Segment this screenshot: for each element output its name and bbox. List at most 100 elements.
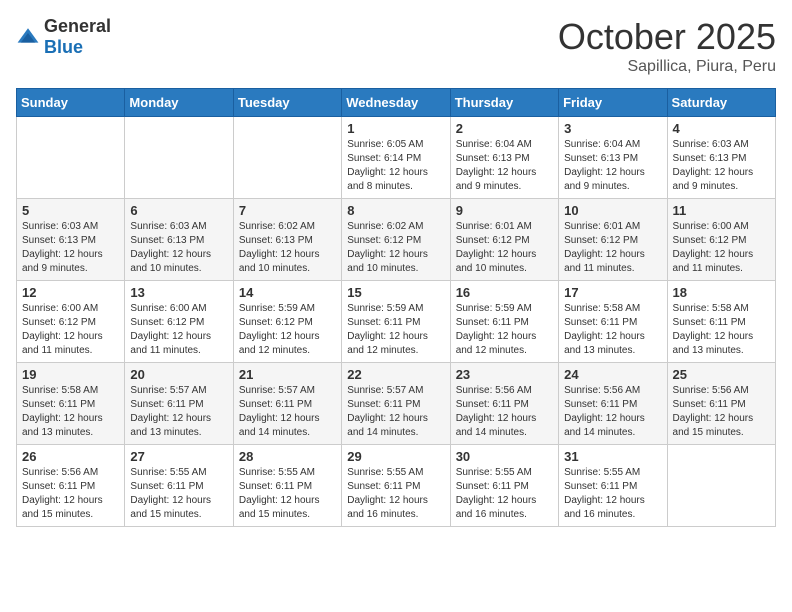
month-title: October 2025: [558, 16, 776, 58]
day-cell-13: 13 Sunrise: 6:00 AMSunset: 6:12 PMDayligh…: [125, 281, 233, 363]
day-info: Sunrise: 5:55 AMSunset: 6:11 PMDaylight:…: [239, 466, 336, 522]
day-info: Sunrise: 6:04 AMSunset: 6:13 PMDaylight:…: [456, 138, 553, 194]
day-cell-10: 10 Sunrise: 6:01 AMSunset: 6:12 PMDayligh…: [559, 199, 667, 281]
week-row-3: 12 Sunrise: 6:00 AMSunset: 6:12 PMDayligh…: [17, 281, 776, 363]
day-number: 20: [130, 367, 227, 382]
day-cell-31: 31 Sunrise: 5:55 AMSunset: 6:11 PMDayligh…: [559, 445, 667, 527]
empty-cell: [17, 117, 125, 199]
day-number: 29: [347, 449, 444, 464]
day-info: Sunrise: 6:03 AMSunset: 6:13 PMDaylight:…: [130, 220, 227, 276]
day-info: Sunrise: 6:00 AMSunset: 6:12 PMDaylight:…: [130, 302, 227, 358]
day-cell-12: 12 Sunrise: 6:00 AMSunset: 6:12 PMDayligh…: [17, 281, 125, 363]
day-cell-25: 25 Sunrise: 5:56 AMSunset: 6:11 PMDayligh…: [667, 363, 775, 445]
day-info: Sunrise: 5:59 AMSunset: 6:11 PMDaylight:…: [456, 302, 553, 358]
day-number: 12: [22, 285, 119, 300]
day-info: Sunrise: 6:00 AMSunset: 6:12 PMDaylight:…: [22, 302, 119, 358]
day-cell-23: 23 Sunrise: 5:56 AMSunset: 6:11 PMDayligh…: [450, 363, 558, 445]
day-cell-15: 15Sunrise: 5:59 AMSunset: 6:11 PMDayligh…: [342, 281, 450, 363]
day-info: Sunrise: 6:03 AMSunset: 6:13 PMDaylight:…: [22, 220, 119, 276]
day-info: Sunrise: 5:56 AMSunset: 6:11 PMDaylight:…: [673, 384, 770, 440]
day-cell-8: 8 Sunrise: 6:02 AMSunset: 6:12 PMDaylight…: [342, 199, 450, 281]
day-info: Sunrise: 5:57 AMSunset: 6:11 PMDaylight:…: [239, 384, 336, 440]
day-number: 7: [239, 203, 336, 218]
weekday-header-saturday: Saturday: [667, 89, 775, 117]
weekday-header-friday: Friday: [559, 89, 667, 117]
day-number: 8: [347, 203, 444, 218]
day-number: 6: [130, 203, 227, 218]
day-cell-2: 2 Sunrise: 6:04 AMSunset: 6:13 PMDaylight…: [450, 117, 558, 199]
day-number: 14: [239, 285, 336, 300]
day-cell-21: 21 Sunrise: 5:57 AMSunset: 6:11 PMDayligh…: [233, 363, 341, 445]
day-number: 16: [456, 285, 553, 300]
day-number: 26: [22, 449, 119, 464]
week-row-4: 19 Sunrise: 5:58 AMSunset: 6:11 PMDayligh…: [17, 363, 776, 445]
day-number: 31: [564, 449, 661, 464]
day-cell-7: 7 Sunrise: 6:02 AMSunset: 6:13 PMDaylight…: [233, 199, 341, 281]
day-number: 9: [456, 203, 553, 218]
day-cell-14: 14 Sunrise: 5:59 AMSunset: 6:12 PMDayligh…: [233, 281, 341, 363]
day-number: 13: [130, 285, 227, 300]
day-cell-19: 19 Sunrise: 5:58 AMSunset: 6:11 PMDayligh…: [17, 363, 125, 445]
day-info: Sunrise: 5:55 AMSunset: 6:11 PMDaylight:…: [456, 466, 553, 522]
day-number: 19: [22, 367, 119, 382]
day-cell-3: 3Sunrise: 6:04 AMSunset: 6:13 PMDaylight…: [559, 117, 667, 199]
day-number: 2: [456, 121, 553, 136]
calendar-table: SundayMondayTuesdayWednesdayThursdayFrid…: [16, 88, 776, 527]
day-number: 4: [673, 121, 770, 136]
day-cell-6: 6 Sunrise: 6:03 AMSunset: 6:13 PMDaylight…: [125, 199, 233, 281]
day-number: 18: [673, 285, 770, 300]
week-row-2: 5 Sunrise: 6:03 AMSunset: 6:13 PMDaylight…: [17, 199, 776, 281]
day-cell-28: 28 Sunrise: 5:55 AMSunset: 6:11 PMDayligh…: [233, 445, 341, 527]
day-cell-27: 27Sunrise: 5:55 AMSunset: 6:11 PMDayligh…: [125, 445, 233, 527]
day-info: Sunrise: 6:04 AMSunset: 6:13 PMDaylight:…: [564, 138, 661, 194]
day-info: Sunrise: 5:55 AMSunset: 6:11 PMDaylight:…: [130, 466, 227, 522]
day-info: Sunrise: 5:56 AMSunset: 6:11 PMDaylight:…: [456, 384, 553, 440]
day-number: 28: [239, 449, 336, 464]
weekday-header-row: SundayMondayTuesdayWednesdayThursdayFrid…: [17, 89, 776, 117]
day-info: Sunrise: 6:02 AMSunset: 6:12 PMDaylight:…: [347, 220, 444, 276]
day-info: Sunrise: 5:58 AMSunset: 6:11 PMDaylight:…: [673, 302, 770, 358]
day-cell-18: 18 Sunrise: 5:58 AMSunset: 6:11 PMDayligh…: [667, 281, 775, 363]
day-cell-20: 20 Sunrise: 5:57 AMSunset: 6:11 PMDayligh…: [125, 363, 233, 445]
day-cell-5: 5 Sunrise: 6:03 AMSunset: 6:13 PMDaylight…: [17, 199, 125, 281]
logo-icon: [16, 25, 40, 49]
week-row-1: 1 Sunrise: 6:05 AMSunset: 6:14 PMDaylight…: [17, 117, 776, 199]
day-number: 25: [673, 367, 770, 382]
day-info: Sunrise: 6:02 AMSunset: 6:13 PMDaylight:…: [239, 220, 336, 276]
day-cell-1: 1 Sunrise: 6:05 AMSunset: 6:14 PMDaylight…: [342, 117, 450, 199]
day-number: 23: [456, 367, 553, 382]
weekday-header-tuesday: Tuesday: [233, 89, 341, 117]
day-info: Sunrise: 6:01 AMSunset: 6:12 PMDaylight:…: [456, 220, 553, 276]
location-subtitle: Sapillica, Piura, Peru: [558, 58, 776, 76]
day-info: Sunrise: 6:00 AMSunset: 6:12 PMDaylight:…: [673, 220, 770, 276]
day-number: 15: [347, 285, 444, 300]
day-info: Sunrise: 5:57 AMSunset: 6:11 PMDaylight:…: [130, 384, 227, 440]
day-cell-17: 17Sunrise: 5:58 AMSunset: 6:11 PMDayligh…: [559, 281, 667, 363]
day-info: Sunrise: 5:59 AMSunset: 6:12 PMDaylight:…: [239, 302, 336, 358]
day-number: 1: [347, 121, 444, 136]
page-header: General Blue October 2025 Sapillica, Piu…: [16, 16, 776, 76]
day-info: Sunrise: 5:55 AMSunset: 6:11 PMDaylight:…: [347, 466, 444, 522]
empty-cell: [233, 117, 341, 199]
title-area: October 2025 Sapillica, Piura, Peru: [558, 16, 776, 76]
day-info: Sunrise: 6:05 AMSunset: 6:14 PMDaylight:…: [347, 138, 444, 194]
weekday-header-wednesday: Wednesday: [342, 89, 450, 117]
day-cell-16: 16 Sunrise: 5:59 AMSunset: 6:11 PMDayligh…: [450, 281, 558, 363]
day-cell-30: 30 Sunrise: 5:55 AMSunset: 6:11 PMDayligh…: [450, 445, 558, 527]
empty-cell: [125, 117, 233, 199]
day-info: Sunrise: 6:03 AMSunset: 6:13 PMDaylight:…: [673, 138, 770, 194]
empty-cell: [667, 445, 775, 527]
day-number: 21: [239, 367, 336, 382]
day-info: Sunrise: 5:58 AMSunset: 6:11 PMDaylight:…: [22, 384, 119, 440]
day-cell-24: 24Sunrise: 5:56 AMSunset: 6:11 PMDayligh…: [559, 363, 667, 445]
logo: General Blue: [16, 16, 111, 58]
day-number: 5: [22, 203, 119, 218]
day-cell-29: 29 Sunrise: 5:55 AMSunset: 6:11 PMDayligh…: [342, 445, 450, 527]
weekday-header-sunday: Sunday: [17, 89, 125, 117]
day-info: Sunrise: 6:01 AMSunset: 6:12 PMDaylight:…: [564, 220, 661, 276]
day-number: 30: [456, 449, 553, 464]
week-row-5: 26Sunrise: 5:56 AMSunset: 6:11 PMDayligh…: [17, 445, 776, 527]
day-info: Sunrise: 5:55 AMSunset: 6:11 PMDaylight:…: [564, 466, 661, 522]
day-number: 10: [564, 203, 661, 218]
weekday-header-monday: Monday: [125, 89, 233, 117]
